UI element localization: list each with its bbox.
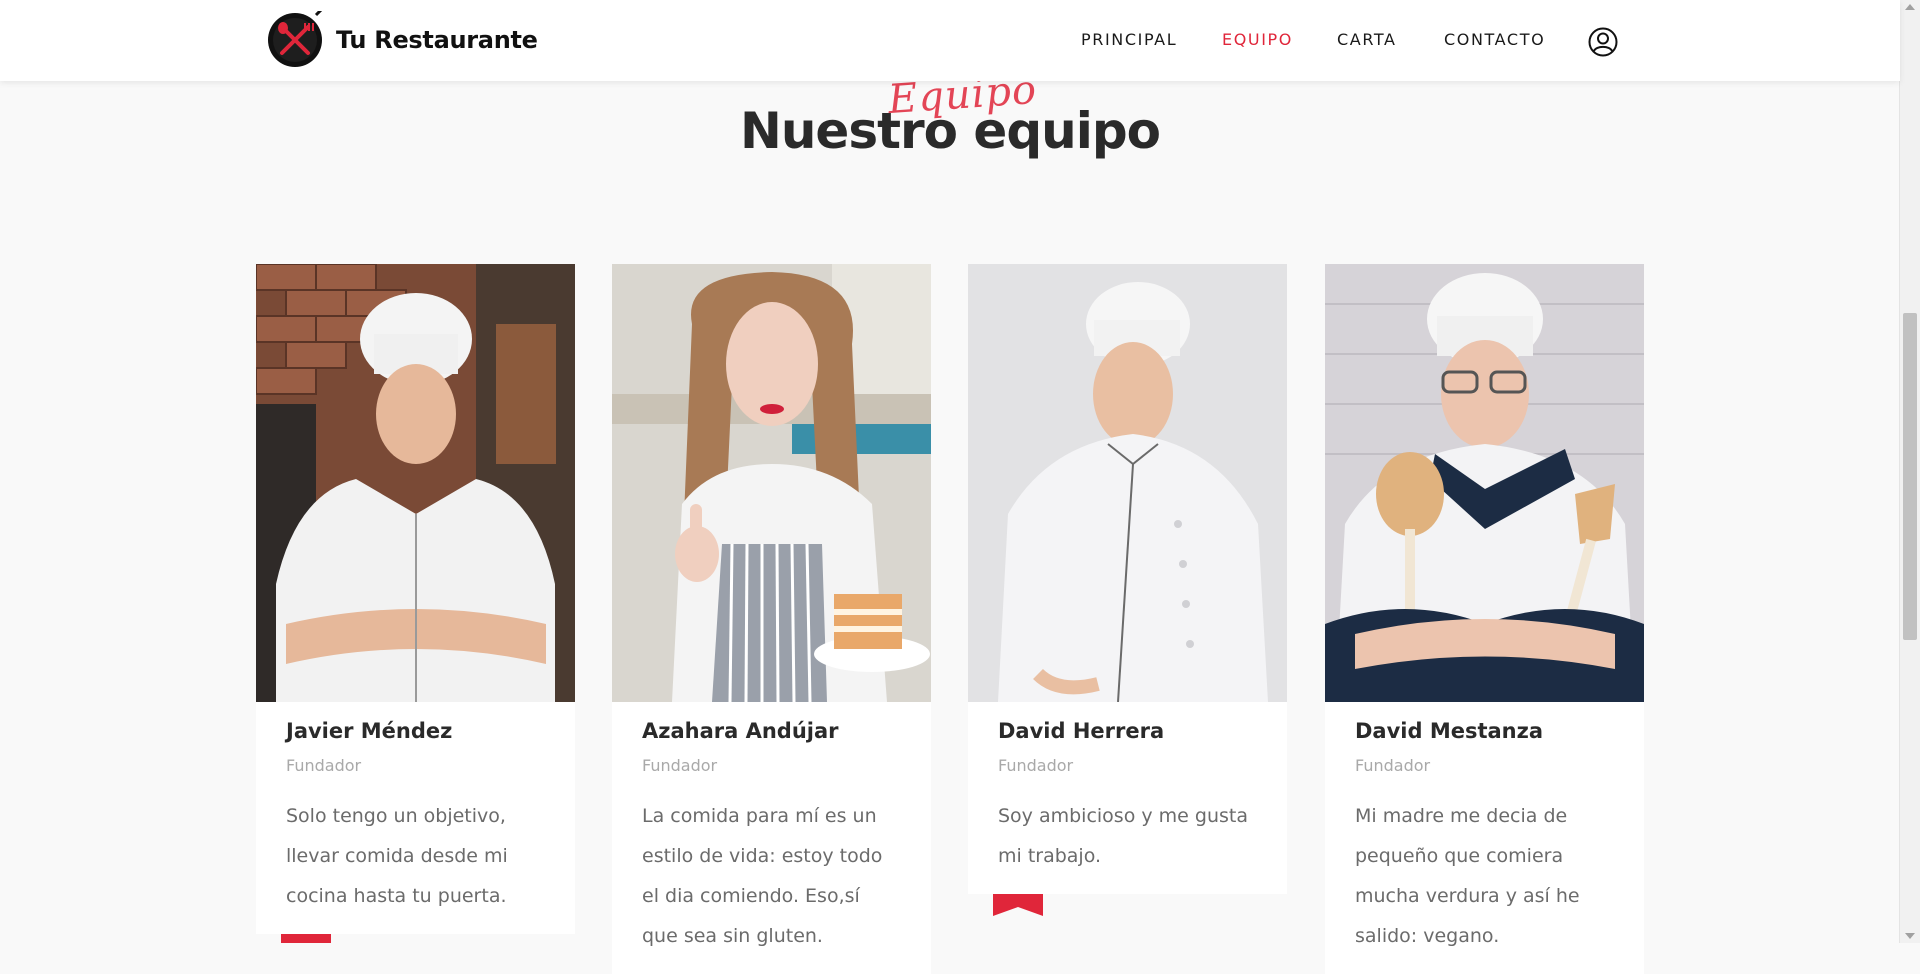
scroll-up-icon[interactable] (1905, 4, 1915, 10)
nav-item-contacto[interactable]: CONTACTO (1444, 30, 1545, 49)
member-description: Solo tengo un objetivo, llevar comida de… (286, 805, 508, 907)
user-account-icon[interactable] (1588, 27, 1618, 57)
nav-item-principal[interactable]: PRINCIPAL (1081, 30, 1177, 49)
site-header: Tu Restaurante PRINCIPAL EQUIPO CARTA CO… (0, 0, 1900, 81)
member-name: David Herrera (998, 719, 1165, 743)
team-card: Javier Méndez Fundador Solo tengo un obj… (256, 264, 575, 934)
scroll-down-icon[interactable] (1905, 933, 1915, 939)
scroll-thumb[interactable] (1903, 313, 1917, 640)
member-role: Fundador (286, 756, 362, 775)
member-role: Fundador (998, 756, 1074, 775)
member-name: David Mestanza (1355, 719, 1544, 743)
member-description: Soy ambicioso y me gusta mi trabajo. (998, 805, 1248, 867)
nav-item-carta[interactable]: CARTA (1337, 30, 1397, 49)
team-card: David Mestanza Fundador Mi madre me deci… (1325, 264, 1644, 974)
team-card: Azahara Andújar Fundador La comida para … (612, 264, 931, 974)
brand-name[interactable]: Tu Restaurante (336, 26, 538, 54)
team-photo (1325, 264, 1644, 702)
team-photo (968, 264, 1287, 702)
member-name: Azahara Andújar (642, 719, 839, 743)
member-description: La comida para mí es un estilo de vida: … (642, 805, 883, 947)
restaurant-logo-icon[interactable] (266, 11, 324, 69)
member-description: Mi madre me decia de pequeño que comiera… (1355, 805, 1580, 947)
team-photo (612, 264, 931, 702)
page-scrollbar[interactable] (1899, 0, 1920, 943)
team-photo (256, 264, 575, 702)
team-card: David Herrera Fundador Soy ambicioso y m… (968, 264, 1287, 894)
member-name: Javier Méndez (286, 719, 453, 743)
member-role: Fundador (1355, 756, 1431, 775)
member-role: Fundador (642, 756, 718, 775)
nav-item-equipo[interactable]: EQUIPO (1222, 30, 1293, 49)
